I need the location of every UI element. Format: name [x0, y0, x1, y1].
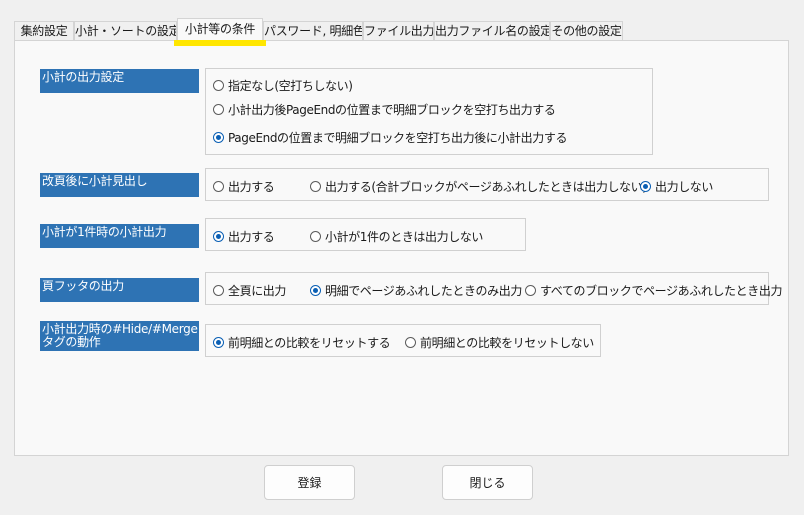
- heading-option-output[interactable]: 出力する: [213, 178, 275, 194]
- radio-button-selected[interactable]: [213, 131, 224, 143]
- option-label: 全頁に出力: [228, 283, 287, 298]
- radio-button-selected[interactable]: [213, 230, 224, 242]
- option-label: PageEndの位置まで明細ブロックを空打ち出力後に小計出力する: [228, 130, 568, 145]
- hide-merge-tag-behavior-group: 前明細との比較をリセットする 前明細との比較をリセットしない: [205, 324, 601, 357]
- radio-button-selected[interactable]: [213, 336, 224, 348]
- option-label: 出力する(合計ブロックがページあふれしたときは出力しない): [325, 179, 647, 194]
- subtotal-output-option-before-subtotal[interactable]: PageEndの位置まで明細ブロックを空打ち出力後に小計出力する: [213, 129, 567, 145]
- radio-button-selected[interactable]: [310, 284, 321, 296]
- radio-button[interactable]: [310, 180, 321, 192]
- radio-button[interactable]: [525, 284, 536, 296]
- footer-option-all-pages[interactable]: 全頁に出力: [213, 282, 286, 298]
- heading-after-pagebreak-label: 改頁後に小計見出し: [40, 173, 199, 197]
- tab-output-filename[interactable]: 出力ファイル名の設定: [434, 21, 550, 40]
- subtotal-output-option-none[interactable]: 指定なし(空打ちしない): [213, 77, 353, 93]
- radio-button-selected[interactable]: [640, 180, 651, 192]
- option-label: すべてのブロックでページあふれしたとき出力: [540, 283, 783, 298]
- option-label: 出力する: [228, 229, 275, 244]
- single-subtotal-output-label: 小計が1件時の小計出力: [40, 224, 199, 248]
- radio-button[interactable]: [213, 180, 224, 192]
- tab-password-detail-color[interactable]: パスワード, 明細色: [263, 21, 363, 40]
- single-subtotal-option-no-output[interactable]: 小計が1件のときは出力しない: [310, 228, 483, 244]
- active-tab-highlight: [174, 40, 266, 46]
- register-button[interactable]: 登録: [264, 465, 355, 500]
- subtotal-output-setting-label: 小計の出力設定: [40, 69, 199, 93]
- compare-option-no-reset[interactable]: 前明細との比較をリセットしない: [405, 334, 594, 350]
- footer-option-detail-overflow[interactable]: 明細でページあふれしたときのみ出力: [310, 282, 522, 298]
- tab-aggregation[interactable]: 集約設定: [14, 21, 74, 40]
- tab-subtotal-sort[interactable]: 小計・ソートの設定: [74, 21, 177, 40]
- radio-button[interactable]: [310, 230, 321, 242]
- radio-button[interactable]: [213, 103, 224, 115]
- hide-merge-tag-behavior-label: 小計出力時の#Hide/#Mergeタグの動作: [40, 321, 199, 351]
- option-label: 指定なし(空打ちしない): [228, 78, 353, 93]
- option-label: 小計出力後PageEndの位置まで明細ブロックを空打ち出力する: [228, 102, 556, 117]
- option-label: 前明細との比較をリセットしない: [420, 335, 594, 350]
- option-label: 出力する: [228, 179, 275, 194]
- single-subtotal-output-group: 出力する 小計が1件のときは出力しない: [205, 218, 526, 251]
- page-footer-output-label: 頁フッタの出力: [40, 278, 199, 302]
- heading-option-output-conditional[interactable]: 出力する(合計ブロックがページあふれしたときは出力しない): [310, 178, 647, 194]
- heading-option-no-output[interactable]: 出力しない: [640, 178, 713, 194]
- option-label: 明細でページあふれしたときのみ出力: [325, 283, 522, 298]
- tab-other-settings[interactable]: その他の設定: [550, 21, 623, 40]
- compare-option-reset[interactable]: 前明細との比較をリセットする: [213, 334, 391, 350]
- tab-subtotal-conditions[interactable]: 小計等の条件: [177, 18, 263, 41]
- close-button[interactable]: 閉じる: [442, 465, 533, 500]
- subtotal-output-setting-group: 指定なし(空打ちしない) 小計出力後PageEndの位置まで明細ブロックを空打ち…: [205, 68, 653, 155]
- heading-after-pagebreak-group: 出力する 出力する(合計ブロックがページあふれしたときは出力しない) 出力しない: [205, 168, 769, 201]
- page-footer-output-group: 全頁に出力 明細でページあふれしたときのみ出力 すべてのブロックでページあふれし…: [205, 272, 782, 305]
- option-label: 出力しない: [655, 179, 714, 194]
- footer-option-all-blocks-overflow[interactable]: すべてのブロックでページあふれしたとき出力: [525, 282, 782, 298]
- radio-button[interactable]: [213, 284, 224, 296]
- radio-button[interactable]: [213, 79, 224, 91]
- radio-button[interactable]: [405, 336, 416, 348]
- tab-file-output[interactable]: ファイル出力: [363, 21, 434, 40]
- option-label: 前明細との比較をリセットする: [228, 335, 391, 350]
- option-label: 小計が1件のときは出力しない: [325, 229, 484, 244]
- single-subtotal-option-output[interactable]: 出力する: [213, 228, 275, 244]
- subtotal-output-option-after-subtotal[interactable]: 小計出力後PageEndの位置まで明細ブロックを空打ち出力する: [213, 101, 556, 117]
